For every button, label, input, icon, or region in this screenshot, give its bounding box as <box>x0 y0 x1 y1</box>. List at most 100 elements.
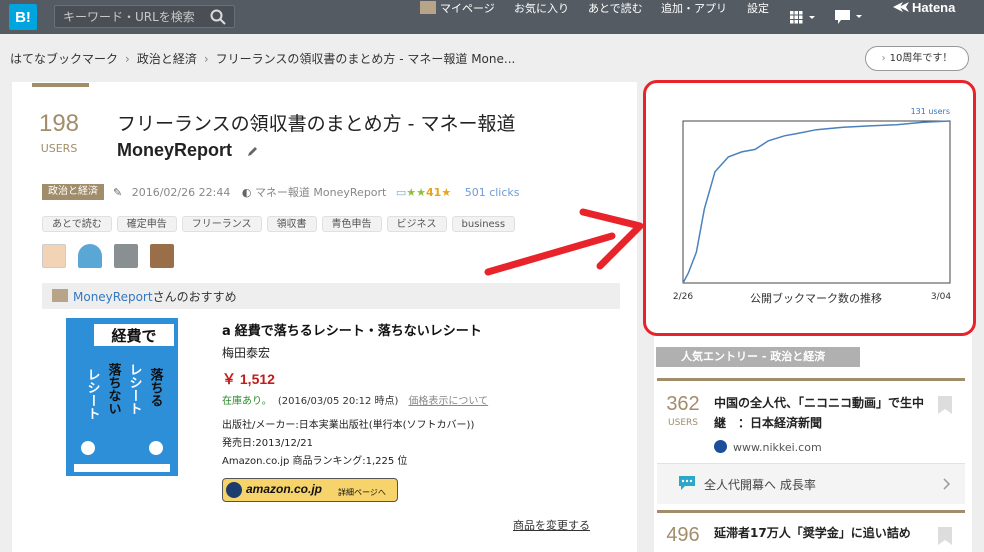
bookmark-count[interactable]: 198 <box>30 110 88 138</box>
breadcrumb-category[interactable]: 政治と経済 <box>137 52 197 66</box>
chart-series-line <box>682 120 951 284</box>
popular-entry-count[interactable]: 362 <box>660 393 706 416</box>
stock-date: (2016/03/05 20:12 時点) <box>277 396 399 407</box>
accent-bar <box>32 83 89 87</box>
nav-settings[interactable]: 設定 <box>747 0 769 34</box>
popular-entry-count[interactable]: 496 <box>660 524 706 547</box>
nav-mypage[interactable]: マイページ <box>420 0 495 34</box>
nav-add-app[interactable]: 追加・アプリ <box>661 0 727 34</box>
pencil-icon: ✎ <box>113 186 123 199</box>
hatena-wing-icon <box>893 2 909 12</box>
hatena-logo[interactable]: Hatena <box>893 0 955 34</box>
book-title[interactable]: a 経費で落ちるレシート・落ちないレシート <box>222 320 482 339</box>
avatar[interactable] <box>78 244 102 268</box>
recommendation-bar: MoneyReportさんのおすすめ <box>42 283 620 309</box>
bookmark-trend-chart: 131 users 2/26 公開ブックマーク数の推移 3/04 <box>673 107 951 305</box>
stock-status: 在庫あり。 <box>222 396 272 407</box>
avatar[interactable] <box>150 244 174 268</box>
accent-bar <box>657 510 965 513</box>
entry-source[interactable]: マネー報道 MoneyReport <box>255 186 386 199</box>
tag[interactable]: フリーランス <box>181 216 262 232</box>
related-topic[interactable]: 全人代開幕へ 成長率 <box>657 464 965 504</box>
tag[interactable]: 確定申告 <box>116 216 177 232</box>
popular-heading: 人気エントリー - 政治と経済 <box>656 347 860 367</box>
chart-x-end-label: 3/04 <box>931 292 951 302</box>
star-count[interactable]: 41 <box>426 186 441 199</box>
amazon-detail-button[interactable]: amazon.co.jp 詳細ページへ <box>222 478 398 502</box>
star-icon: ★★ <box>406 186 427 199</box>
star-box-icon: ▭ <box>395 186 407 199</box>
chart-title: 公開ブックマーク数の推移 <box>750 291 882 305</box>
source-icon: ◐ <box>241 186 252 199</box>
edit-pencil-icon[interactable] <box>247 145 259 157</box>
tag[interactable]: business <box>451 216 516 232</box>
tag[interactable]: ビジネス <box>386 216 447 232</box>
cover-title-5: レシート <box>85 368 100 420</box>
grid-menu-icon[interactable] <box>790 11 816 24</box>
chevron-right-icon <box>943 478 951 490</box>
amazon-icon: a <box>222 324 231 339</box>
recommend-label: さんのおすすめ <box>152 290 237 304</box>
user-avatar-icon <box>52 289 68 302</box>
book-cover-image[interactable]: 経費で 落ちる レシート 落ちない レシート <box>66 318 178 476</box>
users-label: USERS <box>40 142 78 155</box>
cover-title-1: 経費で <box>111 327 156 345</box>
book-release-date: 発売日:2013/12/21 <box>222 438 314 449</box>
chart-x-start-label: 2/26 <box>673 292 693 302</box>
nikkei-favicon-icon <box>714 440 727 453</box>
breadcrumb-home[interactable]: はてなブックマーク <box>10 52 118 66</box>
top-bar: B! マイページ お気に入り あとで読む 追加・アプリ 設定 Hatena <box>0 0 984 34</box>
amazon-arrow-icon <box>226 482 242 498</box>
entry-meta: ✎ 2016/02/26 22:44 ◐ マネー報道 MoneyReport ▭… <box>113 184 520 200</box>
users-label: USERS <box>668 418 698 428</box>
cover-title-4: 落ちない <box>106 362 122 415</box>
entry-date: 2016/02/26 22:44 <box>131 186 231 199</box>
bookmark-ribbon-icon[interactable] <box>938 396 952 414</box>
chat-bubble-icon <box>679 476 695 490</box>
avatar[interactable] <box>42 244 66 268</box>
tag[interactable]: 領収書 <box>266 216 317 232</box>
breadcrumb: はてなブックマーク › 政治と経済 › フリーランスの領収書のまとめ方 - マネー報道 … <box>10 50 515 68</box>
book-price: ￥ 1,512 <box>222 371 275 387</box>
tag[interactable]: 青色申告 <box>321 216 382 232</box>
avatar[interactable] <box>114 244 138 268</box>
hatena-bookmark-logo[interactable]: B! <box>9 4 37 30</box>
breadcrumb-current: フリーランスの領収書のまとめ方 - マネー報道 Mone... <box>215 52 516 66</box>
chevron-right-icon: › <box>881 53 886 64</box>
chart-plot-area <box>682 120 951 284</box>
tag[interactable]: あとで読む <box>42 216 112 232</box>
book-author: 梅田泰宏 <box>222 346 271 360</box>
popular-entry-title[interactable]: 延滞者17万人「奨学金」に追い詰め <box>714 524 911 541</box>
book-cover-art: 経費で 落ちる レシート 落ちない レシート <box>66 318 178 476</box>
search-box[interactable] <box>54 5 235 28</box>
price-note-link[interactable]: 価格表示について <box>408 396 488 407</box>
cover-title-2: 落ちる <box>148 367 164 407</box>
site-name[interactable]: MoneyReport <box>117 140 232 161</box>
bookmark-ribbon-icon[interactable] <box>938 527 952 545</box>
chevron-right-icon: › <box>125 51 130 66</box>
popular-entry-title[interactable]: 中国の全人代、「ニコニコ動画」で生中継 ：日本経済新聞 <box>714 393 932 433</box>
nav-read-later[interactable]: あとで読む <box>588 0 643 34</box>
click-count: 501 clicks <box>464 186 520 199</box>
search-input[interactable] <box>55 6 205 28</box>
change-product-link[interactable]: 商品を変更する <box>513 517 590 533</box>
book-ranking: Amazon.co.jp 商品ランキング:1,225 位 <box>222 456 408 467</box>
nav-favorites[interactable]: お気に入り <box>514 0 569 34</box>
tag-list: あとで読む 確定申告 フリーランス 領収書 青色申告 ビジネス business <box>42 212 520 232</box>
chevron-right-icon: › <box>203 51 209 66</box>
star-icon[interactable]: ★ <box>441 186 451 199</box>
entry-title[interactable]: フリーランスの領収書のまとめ方 - マネー報道 <box>117 109 516 136</box>
anniversary-button[interactable]: › 10周年です！ <box>865 46 969 71</box>
book-publisher: 出版社/メーカー:日本実業出版社(単行本(ソフトカバー)) <box>222 420 475 431</box>
user-avatar-icon <box>420 1 436 14</box>
search-icon[interactable] <box>210 9 226 25</box>
category-badge[interactable]: 政治と経済 <box>42 184 104 200</box>
book-stock: 在庫あり。 (2016/03/05 20:12 時点) 価格表示について <box>222 392 488 407</box>
accent-bar <box>657 378 965 381</box>
chart-max-label: 131 users <box>911 107 950 116</box>
chart-series <box>682 120 951 284</box>
recommend-user-link[interactable]: MoneyReport <box>73 290 153 304</box>
comment-icon[interactable] <box>835 10 863 24</box>
popular-entry-site: www.nikkei.com <box>714 440 822 454</box>
cover-title-3: レシート <box>127 363 142 415</box>
